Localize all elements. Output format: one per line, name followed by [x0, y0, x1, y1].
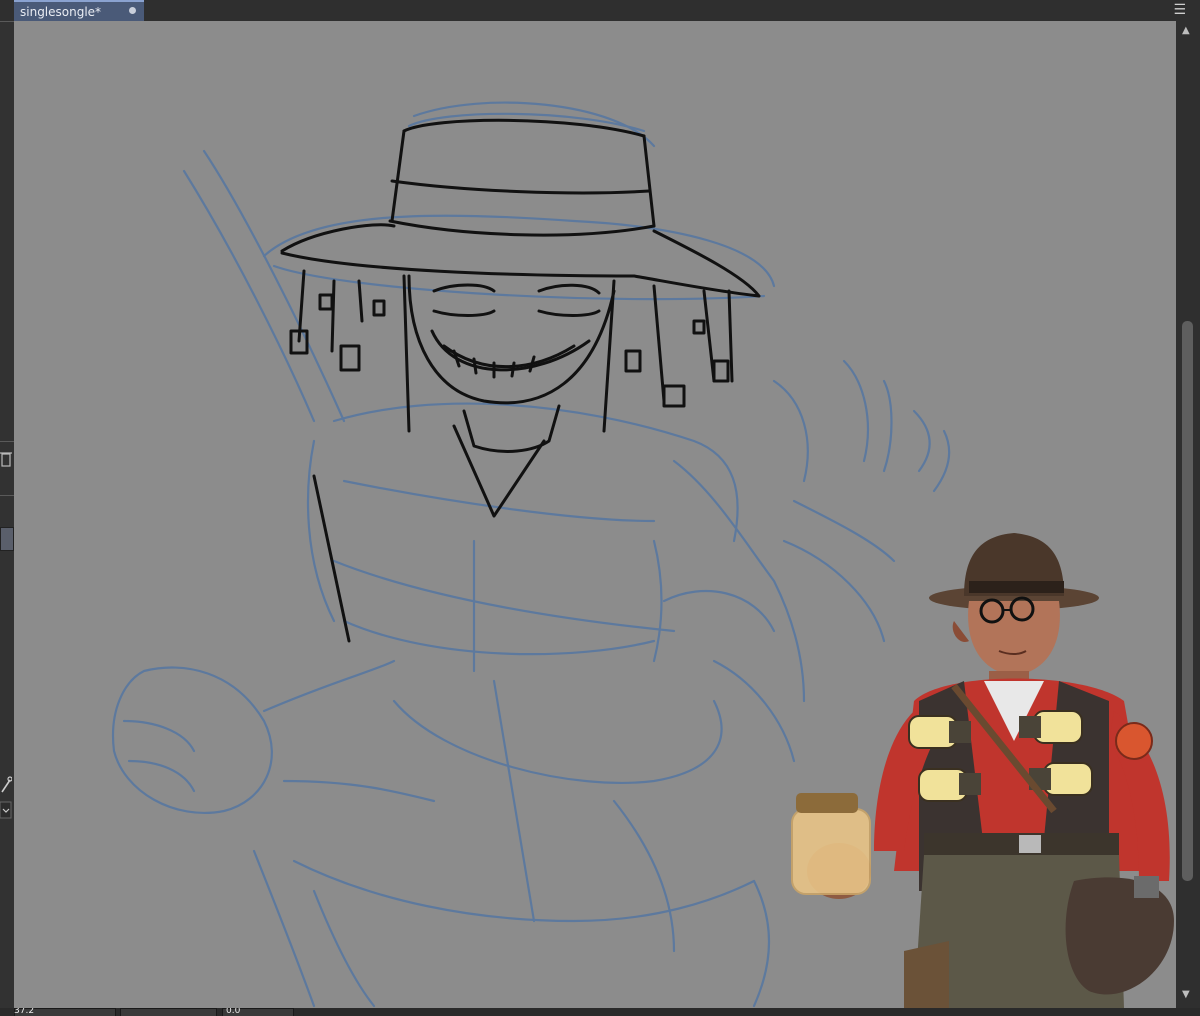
- status-bar: 37.2 0.0: [0, 1008, 1200, 1016]
- rotation-value[interactable]: 0.0: [226, 1008, 286, 1016]
- chevron-down-icon[interactable]: [0, 801, 12, 819]
- trash-icon[interactable]: [0, 449, 12, 469]
- reference-character-image: [791, 533, 1174, 1008]
- artwork: [111, 101, 1174, 1008]
- lock-icon[interactable]: [0, 527, 14, 551]
- document-tab[interactable]: singlesongle*: [14, 0, 144, 21]
- vertical-scrollbar[interactable]: ▲ ▼: [1176, 21, 1200, 1008]
- scroll-up-icon[interactable]: ▲: [1182, 25, 1190, 36]
- scrollbar-thumb[interactable]: [1182, 321, 1193, 881]
- eyedropper-icon[interactable]: [0, 775, 12, 795]
- drawing-canvas[interactable]: [14, 21, 1176, 1008]
- document-tab-bar: singlesongle* ☰: [0, 0, 1200, 22]
- lineart-layer: [280, 118, 761, 643]
- zoom-slider[interactable]: [120, 1008, 217, 1016]
- zoom-level[interactable]: 37.2: [14, 1008, 114, 1016]
- divider: [0, 21, 14, 22]
- scroll-down-icon[interactable]: ▼: [1182, 989, 1190, 1000]
- close-dot-icon[interactable]: [129, 7, 136, 14]
- document-tab-title: singlesongle*: [20, 4, 102, 19]
- divider: [0, 495, 14, 496]
- hamburger-menu-icon[interactable]: ☰: [1173, 2, 1186, 18]
- divider: [0, 441, 14, 442]
- left-docker-strip: [0, 21, 14, 1016]
